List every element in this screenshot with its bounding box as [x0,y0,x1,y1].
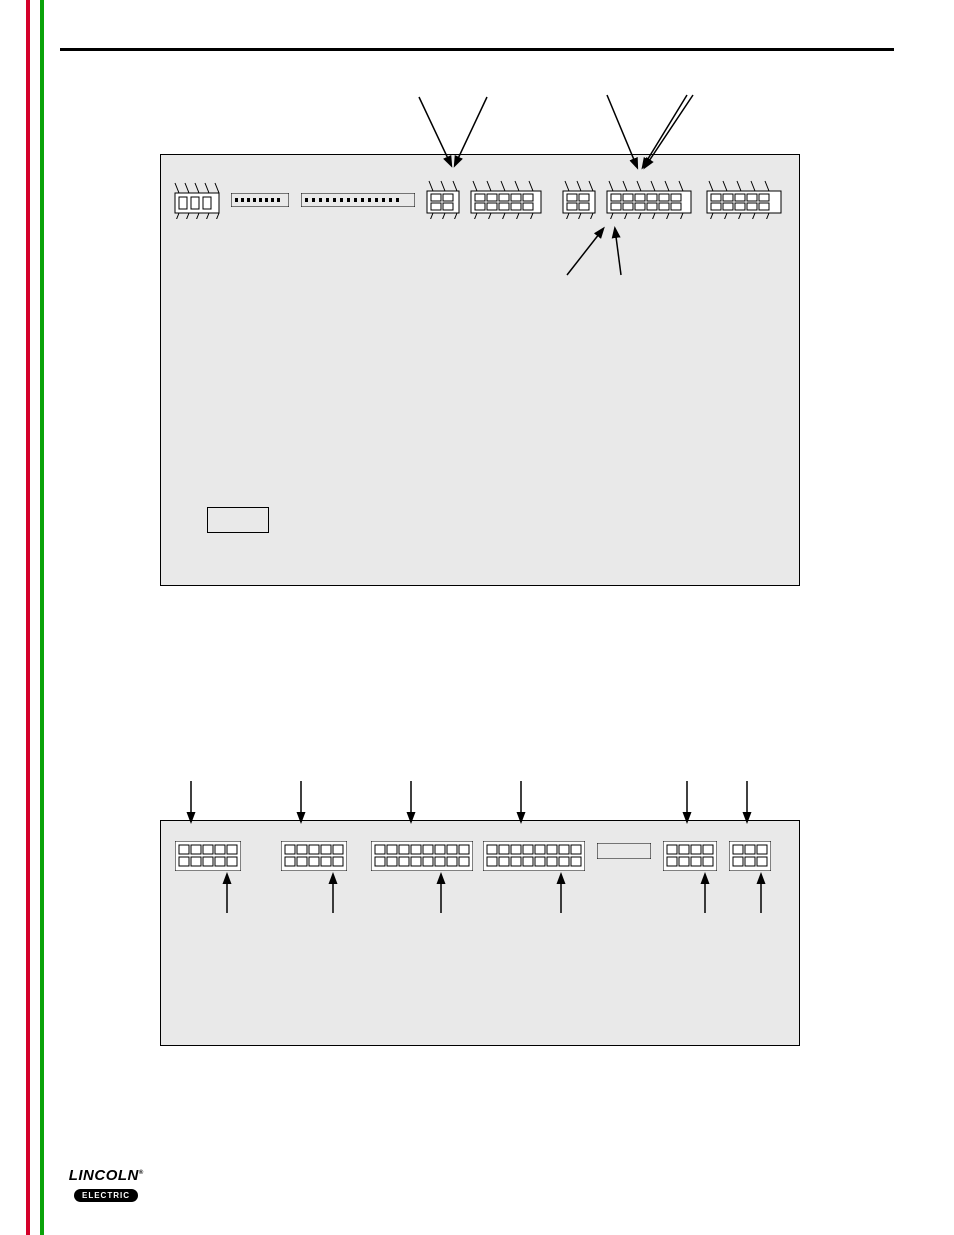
registered-icon: ® [139,1170,143,1176]
pcb-diagram-top [160,154,800,586]
connector-icon [729,841,771,871]
connector-icon [663,841,717,871]
connector-icon [559,177,599,219]
connector-icon [423,177,463,219]
connector-icon [301,193,415,207]
brand-subname: ELECTRIC [74,1189,138,1202]
page-edge-green [40,0,44,1235]
connector-icon [483,841,585,871]
callout-arrow-icon [629,93,699,171]
connector-icon [231,193,289,207]
section-rule [60,48,894,51]
schematic-inset-icon [207,507,269,533]
page-edge-red [26,0,30,1235]
connector-icon [281,841,347,871]
callout-arrow-icon [557,225,667,281]
callout-arrow-row-icon [161,871,801,917]
connector-icon [703,177,785,219]
connector-icon [169,177,225,219]
pcb-diagram-bottom [160,820,800,1046]
brand-name: LINCOLN [69,1167,139,1184]
callout-arrow-icon [413,93,493,169]
callout-arrow-row-icon [161,779,801,825]
connector-icon [603,177,695,219]
connector-icon [371,841,473,871]
connector-blank-icon [597,843,651,859]
page-body [60,0,894,1235]
brand-logo: LINCOLN® ELECTRIC [64,1167,148,1207]
connector-icon [175,841,241,871]
connector-icon [467,177,545,219]
